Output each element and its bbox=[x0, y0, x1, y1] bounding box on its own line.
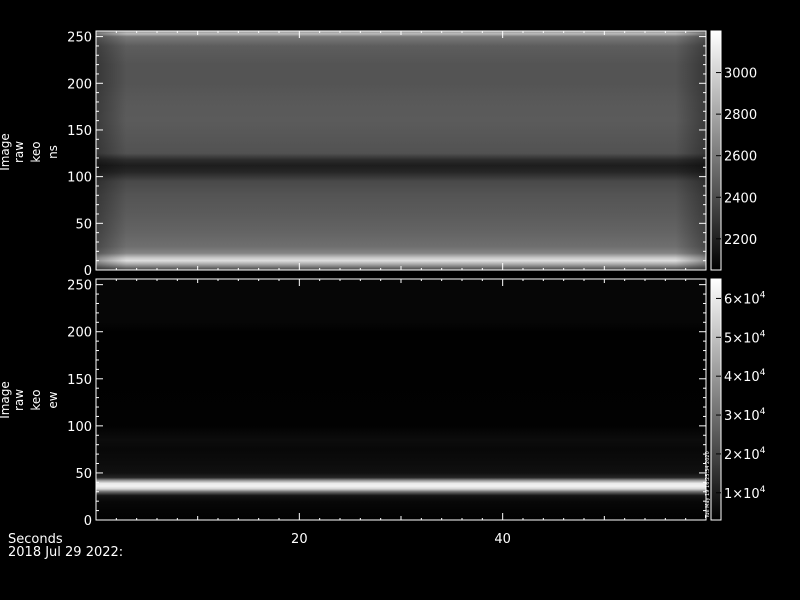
y-tick-label-ew: 100 bbox=[67, 420, 92, 435]
colorbar-tick-label-ns: 2600 bbox=[724, 150, 757, 165]
colorbar-tick-label-ns: 2200 bbox=[724, 233, 757, 248]
x-tick-label: 40 bbox=[494, 532, 511, 547]
colorbar-ew-axis: 1×104 2×104 3×104 4×104 5×104 6×104 bbox=[716, 290, 766, 502]
y-tick-label-ew: 200 bbox=[67, 326, 92, 341]
keogram-figure: 050100150200250 Image raw keo ns 2200240… bbox=[0, 30, 766, 560]
y-tick-label-ew: 250 bbox=[67, 279, 92, 294]
footer-date: 2018 Jul 29 2022: bbox=[8, 545, 123, 560]
y-tick-label-ew: 150 bbox=[67, 373, 92, 388]
colorbar-tick-label-ew: 6×104 bbox=[724, 290, 766, 307]
heatmap-ns-edge-shade bbox=[96, 31, 706, 270]
y-label-ns: Image raw keo ns bbox=[0, 133, 60, 171]
y-label-ew-line-1: Image bbox=[0, 381, 12, 419]
y-label-ns-line-3: keo bbox=[29, 141, 43, 162]
y-tick-label-ns: 150 bbox=[67, 124, 92, 139]
y-label-ew-line-4: ew bbox=[46, 391, 60, 408]
colorbar-tick-label-ew: 2×104 bbox=[724, 446, 766, 463]
x-tick-label: 20 bbox=[291, 532, 308, 547]
y-label-ns-line-1: Image bbox=[0, 133, 12, 171]
y-tick-label-ns: 250 bbox=[67, 31, 92, 46]
colorbar-ew bbox=[710, 278, 722, 521]
panel-ew: 0 50 100 150 200 250 Image raw keo ew 1×104 2×… bbox=[0, 278, 766, 529]
y-label-ns-line-4: ns bbox=[46, 145, 60, 159]
y-label-ew-line-3: keo bbox=[29, 389, 43, 410]
colorbar-tick-label-ew: 5×104 bbox=[724, 329, 766, 346]
colorbar-tick-label-ns: 2400 bbox=[724, 191, 757, 206]
panel-ns: 0 50 100 150 200 250 Image raw keo ns 2200 240… bbox=[0, 30, 757, 279]
y-tick-label-ew: 50 bbox=[75, 467, 92, 482]
y-label-ew: Image raw keo ew bbox=[0, 381, 60, 419]
y-tick-label-ns: 50 bbox=[75, 217, 92, 232]
y-tick-label-ns: 200 bbox=[67, 77, 92, 92]
y-tick-label-ew: 0 bbox=[84, 514, 92, 529]
colorbar-tick-label-ew: 3×104 bbox=[724, 407, 766, 424]
y-label-ew-line-2: raw bbox=[12, 389, 26, 411]
colorbar-ns-axis: 2200 2400 2600 2800 3000 bbox=[716, 67, 757, 248]
heatmap-ew bbox=[96, 279, 706, 520]
y-label-ns-line-2: raw bbox=[12, 141, 26, 163]
y-tick-label-ns: 0 bbox=[84, 264, 92, 279]
colorbar-annotation: Tue May 19 16:25:34 2020 bbox=[705, 451, 711, 519]
colorbar-tick-label-ew: 4×104 bbox=[724, 368, 766, 385]
y-tick-label-ns: 100 bbox=[67, 171, 92, 186]
colorbar-tick-label-ns: 2800 bbox=[724, 108, 757, 123]
colorbar-tick-label-ew: 1×104 bbox=[724, 485, 766, 502]
colorbar-tick-label-ns: 3000 bbox=[724, 67, 757, 82]
x-axis-tick-labels: 20 40 bbox=[291, 532, 511, 547]
colorbar-ns bbox=[710, 30, 722, 271]
